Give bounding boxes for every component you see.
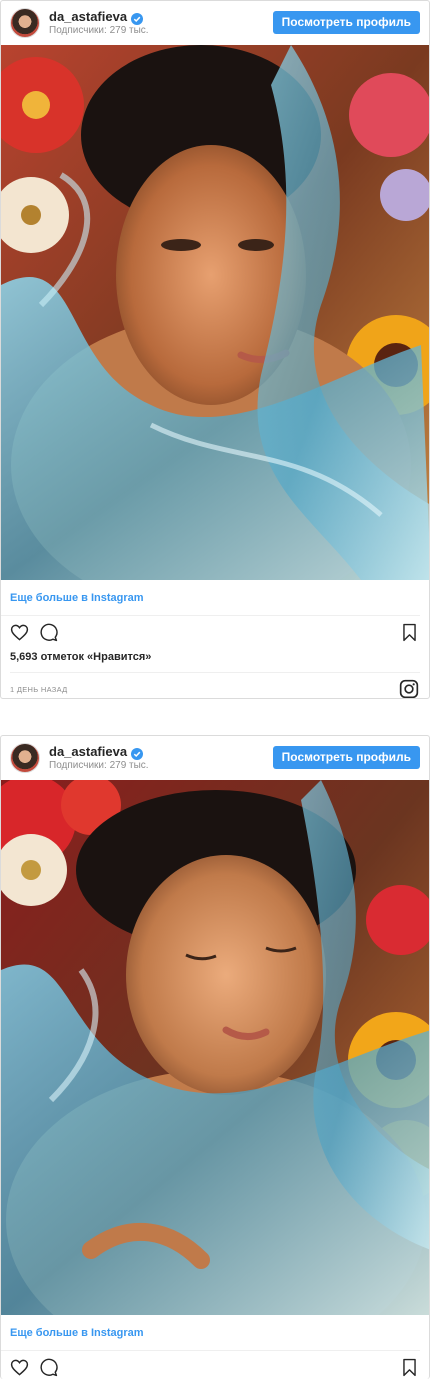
- instagram-embed-post-1: da_astafieva Подписчики: 279 тыс. Посмот…: [0, 0, 430, 699]
- post-header: da_astafieva Подписчики: 279 тыс. Посмот…: [1, 736, 429, 780]
- identity: da_astafieva Подписчики: 279 тыс.: [49, 9, 149, 38]
- view-profile-button[interactable]: Посмотреть профиль: [272, 11, 420, 34]
- instagram-embed-post-2: da_astafieva Подписчики: 279 тыс. Посмот…: [0, 735, 430, 1379]
- post-header: da_astafieva Подписчики: 279 тыс. Посмот…: [1, 1, 429, 45]
- verified-badge-icon: [131, 11, 144, 25]
- follower-count: Подписчики: 279 тыс.: [49, 25, 149, 37]
- more-on-instagram-link[interactable]: Еще больше в Instagram: [1, 580, 420, 616]
- comment-icon[interactable]: [39, 1358, 58, 1377]
- identity: da_astafieva Подписчики: 279 тыс.: [49, 744, 149, 773]
- username-row: da_astafieva: [49, 9, 149, 25]
- username[interactable]: da_astafieva: [49, 9, 127, 25]
- post-footer: 1 ДЕНЬ НАЗАД: [1, 673, 429, 698]
- more-on-instagram-link[interactable]: Еще больше в Instagram: [1, 1315, 420, 1351]
- bookmark-icon[interactable]: [400, 1358, 419, 1377]
- verified-badge-icon: [131, 746, 144, 760]
- timestamp[interactable]: 1 ДЕНЬ НАЗАД: [10, 685, 68, 694]
- comment-icon[interactable]: [39, 623, 58, 642]
- avatar[interactable]: [10, 743, 40, 773]
- view-profile-button[interactable]: Посмотреть профиль: [272, 746, 420, 769]
- bookmark-icon[interactable]: [400, 623, 419, 642]
- avatar[interactable]: [10, 8, 40, 38]
- heart-icon[interactable]: [10, 623, 29, 642]
- action-bar: [1, 616, 429, 648]
- heart-icon[interactable]: [10, 1358, 29, 1377]
- post-photo[interactable]: [1, 45, 429, 580]
- action-bar: [1, 1351, 429, 1379]
- post-photo[interactable]: [1, 780, 429, 1315]
- page: da_astafieva Подписчики: 279 тыс. Посмот…: [0, 0, 430, 1379]
- username-row: da_astafieva: [49, 744, 149, 760]
- instagram-icon[interactable]: [399, 679, 419, 698]
- like-count[interactable]: 5,693 отметок «Нравится»: [1, 648, 429, 666]
- follower-count: Подписчики: 279 тыс.: [49, 760, 149, 772]
- username[interactable]: da_astafieva: [49, 744, 127, 760]
